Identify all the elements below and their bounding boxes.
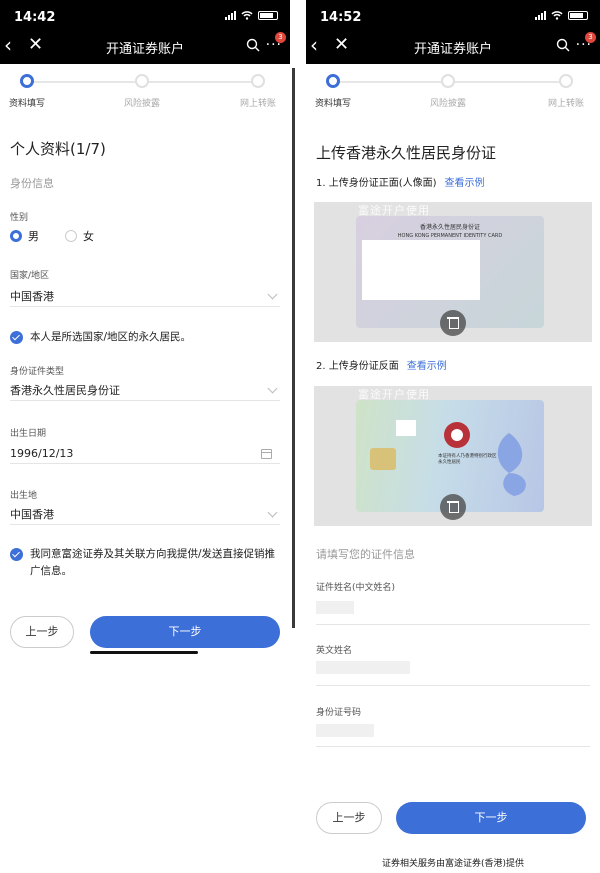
- id-type-select[interactable]: 香港永久性居民身份证: [10, 381, 280, 401]
- search-icon[interactable]: [246, 38, 260, 52]
- status-icons: [535, 10, 588, 20]
- country-value: 中国香港: [10, 290, 54, 303]
- progress-steps: 资料填写 风险披露 网上转账: [306, 74, 600, 114]
- id-type-value: 香港永久性居民身份证: [10, 384, 120, 397]
- birthplace-select[interactable]: 中国香港: [10, 505, 280, 525]
- calendar-icon: [261, 449, 272, 459]
- wifi-icon: [551, 11, 563, 20]
- battery-icon: [258, 10, 278, 20]
- name-en-value: [316, 661, 410, 674]
- top-bar: 14:52 ‹ ✕ 开通证券账户 ··· 3: [306, 0, 600, 64]
- step-3: 网上转账: [218, 74, 290, 109]
- name-cn-field[interactable]: [316, 624, 590, 625]
- section-title: 身份信息: [10, 177, 54, 190]
- consent-checkbox[interactable]: 我同意富途证券及其关联方向我提供/发送直接促销推广信息。: [10, 546, 280, 580]
- step-2: 风险披露: [408, 74, 488, 109]
- search-icon[interactable]: [556, 38, 570, 52]
- step-1: 资料填写: [306, 74, 373, 109]
- country-label: 国家/地区: [10, 271, 50, 281]
- info-prompt: 请填写您的证件信息: [316, 548, 415, 561]
- step-3: 网上转账: [526, 74, 600, 109]
- redacted-area: [396, 420, 416, 436]
- card-front-subtitle: HONG KONG PERMANENT IDENTITY CARD: [397, 233, 503, 239]
- status-time: 14:52: [320, 10, 362, 25]
- notification-badge: 3: [275, 32, 286, 43]
- id-type-label: 身份证件类型: [10, 367, 65, 377]
- gender-label: 性别: [10, 213, 29, 223]
- redacted-area: [362, 240, 480, 300]
- next-button[interactable]: 下一步: [90, 616, 280, 648]
- id-number-field[interactable]: [316, 746, 590, 747]
- upload-front-label: 1. 上传身份证正面(人像面) 查看示例: [316, 174, 485, 189]
- emblem-icon: [444, 422, 470, 448]
- wifi-icon: [241, 11, 253, 20]
- chevron-down-icon: [267, 289, 278, 300]
- radio-male[interactable]: [10, 230, 22, 242]
- dob-label: 出生日期: [10, 429, 47, 439]
- chip: [370, 448, 396, 470]
- country-select[interactable]: 中国香港: [10, 287, 280, 307]
- name-cn-value: [316, 601, 354, 614]
- left-screen: 14:42 ‹ ✕ 开通证券账户 ··· 3 资料填写 风险披露 网上转账 个人…: [0, 0, 290, 873]
- footer-text: 证券相关服务由富途证券(香港)提供: [381, 859, 525, 869]
- gender-radio-group: 男 女: [10, 228, 94, 244]
- home-indicator: [90, 651, 198, 654]
- prev-button[interactable]: 上一步: [10, 616, 74, 648]
- screen-divider: [292, 68, 295, 628]
- right-screen: 14:52 ‹ ✕ 开通证券账户 ··· 3 资料填写 风险披露 网上转账 上传…: [306, 0, 600, 873]
- radio-male-label: 男: [28, 230, 39, 243]
- chevron-down-icon: [267, 507, 278, 518]
- page-title: 个人资料(1/7): [10, 140, 106, 158]
- radio-female[interactable]: [65, 230, 77, 242]
- consent-text: 我同意富途证券及其关联方向我提供/发送直接促销推广信息。: [30, 548, 276, 577]
- view-example-link-front[interactable]: 查看示例: [445, 178, 485, 189]
- signal-icon: [535, 10, 546, 20]
- nav-bar: ‹ ✕ 开通证券账户 ··· 3: [0, 32, 290, 60]
- card-front-title: 香港永久性居民身份证: [419, 224, 480, 231]
- prev-button[interactable]: 上一步: [316, 802, 382, 834]
- bauhinia-icon: [497, 433, 526, 496]
- dob-field[interactable]: 1996/12/13: [10, 444, 280, 464]
- check-icon: [10, 548, 23, 561]
- id-front-photo[interactable]: 富途开户使用 香港永久性居民身份证 HONG KONG PERMANENT ID…: [314, 202, 592, 342]
- check-icon: [10, 331, 23, 344]
- notification-badge: 3: [585, 32, 596, 43]
- trash-icon[interactable]: [440, 310, 466, 336]
- upload-front-text: 1. 上传身份证正面(人像面): [316, 178, 437, 189]
- permanent-resident-text: 本人是所选国家/地区的永久居民。: [30, 331, 192, 343]
- step-2: 风险披露: [102, 74, 182, 109]
- status-icons: [225, 10, 278, 20]
- page-title: 上传香港永久性居民身份证: [316, 144, 497, 162]
- birthplace-value: 中国香港: [10, 508, 54, 521]
- view-example-link-back[interactable]: 查看示例: [407, 361, 447, 372]
- nav-bar: ‹ ✕ 开通证券账户 ··· 3: [306, 32, 600, 60]
- signal-icon: [225, 10, 236, 20]
- dob-value: 1996/12/13: [10, 447, 74, 460]
- name-en-field[interactable]: [316, 685, 590, 686]
- birthplace-label: 出生地: [10, 491, 38, 501]
- radio-female-label: 女: [83, 230, 94, 243]
- permanent-resident-checkbox[interactable]: 本人是所选国家/地区的永久居民。: [10, 329, 280, 346]
- name-cn-label: 证件姓名(中文姓名): [316, 583, 396, 593]
- id-number-label: 身份证号码: [316, 708, 362, 718]
- id-back-photo[interactable]: 富途开户使用 本证持有人乃香港特别行政区永久性居民: [314, 386, 592, 526]
- next-button[interactable]: 下一步: [396, 802, 586, 834]
- trash-icon[interactable]: [440, 494, 466, 520]
- name-en-label: 英文姓名: [316, 646, 353, 656]
- upload-back-label: 2. 上传身份证反面 查看示例: [316, 357, 447, 372]
- chevron-down-icon: [267, 383, 278, 394]
- status-time: 14:42: [14, 10, 56, 25]
- step-1: 资料填写: [0, 74, 67, 109]
- id-number-value: [316, 724, 374, 737]
- battery-icon: [568, 10, 588, 20]
- progress-steps: 资料填写 风险披露 网上转账: [0, 74, 290, 114]
- top-bar: 14:42 ‹ ✕ 开通证券账户 ··· 3: [0, 0, 290, 64]
- upload-back-text: 2. 上传身份证反面: [316, 361, 399, 372]
